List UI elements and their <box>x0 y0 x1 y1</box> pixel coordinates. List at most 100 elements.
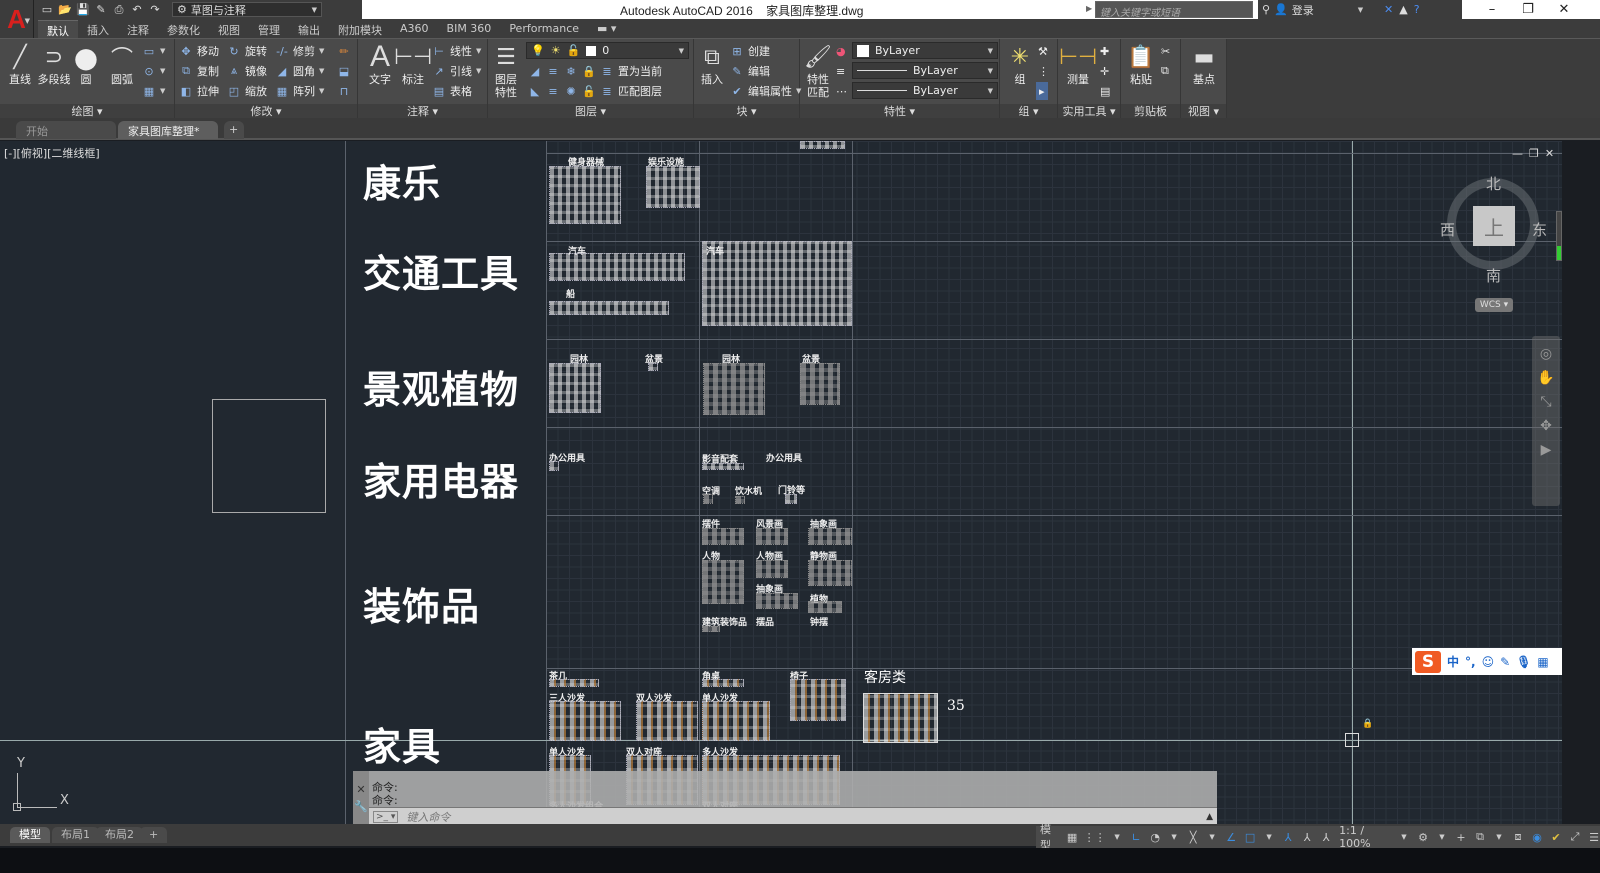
signin-button[interactable]: ⚲ 👤 登录 ▼ <box>1258 0 1378 19</box>
ribbon-minimize-button[interactable]: ▬ ▾ <box>588 20 625 38</box>
block-doorbell[interactable] <box>785 494 797 504</box>
group-select-icon[interactable]: ▸ <box>1036 82 1048 100</box>
rotate-button[interactable]: ↻ 旋转 <box>227 42 267 60</box>
block-sofa3[interactable] <box>549 701 621 741</box>
a360-icon[interactable]: ▲ <box>1399 3 1407 16</box>
clean-screen-icon[interactable]: ⤢ <box>1569 829 1581 845</box>
block-cars[interactable] <box>549 253 685 281</box>
hardware-acceleration-icon[interactable]: ✔ <box>1550 829 1562 845</box>
tab-insert[interactable]: 插入 <box>78 20 118 38</box>
measure-button[interactable]: ⊢⊣ 测量 <box>1059 43 1097 87</box>
block-boats[interactable] <box>549 301 669 315</box>
block-plant[interactable] <box>808 601 842 613</box>
scrollbar-thumb[interactable] <box>1557 246 1561 260</box>
toolbox-icon[interactable]: ▦ <box>1537 655 1548 669</box>
annotation-visibility-icon[interactable]: ⅄ <box>1282 829 1294 845</box>
close-icon[interactable]: ✕ <box>353 783 369 796</box>
group-edit-icon[interactable]: ⋮ <box>1038 62 1049 80</box>
command-line-handle[interactable]: ✕ 🔧 <box>353 771 369 824</box>
block-bonsai2[interactable] <box>800 363 840 405</box>
layer-on-icon[interactable]: ◣ <box>528 84 542 98</box>
workspace-gear-icon[interactable]: ⚙ <box>1417 829 1429 845</box>
expand-icon[interactable]: ▶ <box>1086 4 1092 13</box>
block-chair[interactable] <box>790 679 846 721</box>
mirror-button[interactable]: ⩓ 镜像 <box>227 62 267 80</box>
steering-wheel-icon[interactable]: ◎ <box>1540 346 1552 362</box>
microphone-icon[interactable]: 🎙 <box>1516 655 1531 669</box>
edit-block-button[interactable]: ✎ 编辑 <box>730 62 770 80</box>
table-button[interactable]: ▤ 表格 <box>432 82 472 100</box>
tab-manage[interactable]: 管理 <box>249 20 289 38</box>
chevron-down-icon[interactable]: ▼ <box>1398 829 1410 845</box>
layer-dropdown[interactable]: 💡 ☀ 🔓 0 ▼ <box>526 42 689 59</box>
customization-menu-icon[interactable]: ☰ <box>1588 829 1600 845</box>
sogou-logo-icon[interactable]: S <box>1415 650 1441 673</box>
layer-properties-button[interactable]: ☰ 图层 特性 <box>488 43 524 100</box>
tab-a360[interactable]: A360 <box>391 20 438 38</box>
drawing-canvas[interactable]: 🔒 [-][俯视][二维线框] 康乐 交通工具 景观植物 家用电器 装饰品 家具… <box>0 141 1562 824</box>
layer-freeze-icon[interactable]: ❄ <box>564 64 578 78</box>
help-icon[interactable]: ? <box>1414 3 1420 16</box>
pen-icon[interactable]: ✎ <box>1500 655 1510 669</box>
dimension-button[interactable]: ⊢⊣ 标注 <box>394 43 432 87</box>
tab-model[interactable]: 模型 <box>10 827 50 843</box>
panel-title-utilities[interactable]: 实用工具 ▾ <box>1058 104 1120 119</box>
array-button[interactable]: ▦ 阵列 ▼ <box>275 82 325 100</box>
command-history-toggle[interactable]: ▲ <box>1206 812 1213 822</box>
chevron-down-icon[interactable]: ▼ <box>1206 829 1218 845</box>
block-water[interactable] <box>735 496 745 504</box>
block-partition[interactable] <box>702 626 720 632</box>
block-av[interactable] <box>702 463 744 470</box>
block-office1[interactable] <box>549 461 559 471</box>
color-dropdown[interactable]: ByLayer ▼ <box>852 42 998 59</box>
chevron-down-icon[interactable]: ▼ <box>1436 829 1448 845</box>
line-button[interactable]: ╱ 直线 <box>2 43 38 87</box>
open-icon[interactable]: 📂 <box>58 3 72 16</box>
base-button[interactable]: ▬ 基点 <box>1186 43 1222 87</box>
block-abstract-painting[interactable] <box>808 528 852 545</box>
layer-isolate-icon[interactable]: ≡ <box>546 64 560 78</box>
chevron-down-icon[interactable]: ▼ <box>1263 829 1275 845</box>
annotation-scale-icon[interactable]: ⅄ <box>1320 829 1332 845</box>
zoom-extents-icon[interactable]: ⤡ <box>1540 394 1551 410</box>
tab-annotate[interactable]: 注释 <box>118 20 158 38</box>
minimize-button[interactable]: – <box>1474 0 1510 19</box>
compass-west[interactable]: 西 <box>1440 219 1455 240</box>
block-garden2[interactable] <box>703 363 765 415</box>
cut-icon[interactable]: ✂ <box>1161 42 1170 60</box>
block-coffee-table[interactable] <box>549 679 599 687</box>
id-point-icon[interactable]: ✛ <box>1100 62 1109 80</box>
layer-thaw-icon[interactable]: ✺ <box>564 84 578 98</box>
orbit-icon[interactable]: ✥ <box>1540 418 1552 434</box>
group-button[interactable]: ✳ 组 <box>1002 43 1038 87</box>
command-prompt-icon[interactable]: >_ ▾ <box>373 810 399 823</box>
block-people-painting[interactable] <box>756 560 788 578</box>
saveas-icon[interactable]: ✎ <box>94 3 108 16</box>
arc-button[interactable]: ⌒ 圆弧 <box>104 43 140 86</box>
block-trucks[interactable] <box>702 241 852 326</box>
block-still-life[interactable] <box>808 560 852 586</box>
scale-button[interactable]: ◰ 缩放 <box>227 82 267 100</box>
compass-east[interactable]: 东 <box>1532 219 1547 240</box>
showmotion-icon[interactable]: ▶ <box>1541 442 1552 458</box>
units-icon[interactable]: ⧉ <box>1474 829 1486 845</box>
tab-layout2[interactable]: 布局2 <box>96 827 143 843</box>
emoji-icon[interactable]: ☺ <box>1482 655 1495 669</box>
block-sofa2[interactable] <box>636 701 698 741</box>
trim-button[interactable]: -/- 修剪 ▼ <box>275 42 324 60</box>
quick-properties-icon[interactable]: ⧈ <box>1512 829 1524 845</box>
isometric-icon[interactable]: ╳ <box>1187 829 1199 845</box>
annotation-scale-dropdown[interactable]: 1:1 / 100% <box>1339 824 1391 850</box>
calculator-icon[interactable]: ▤ <box>1100 82 1110 100</box>
object-snap-icon[interactable]: □ <box>1244 829 1256 845</box>
move-button[interactable]: ✥ 移动 <box>179 42 219 60</box>
panel-title-annotation[interactable]: 注释 ▾ <box>358 104 487 119</box>
compass-south[interactable]: 南 <box>1486 265 1501 286</box>
annotation-monitor-icon[interactable]: + <box>1455 829 1467 845</box>
linetype-dropdown[interactable]: ByLayer ▼ <box>852 82 998 99</box>
panel-title-view[interactable]: 视图 ▾ <box>1181 104 1226 119</box>
lineweight-dropdown[interactable]: ByLayer ▼ <box>852 62 998 79</box>
boundary-button[interactable]: ▦ ▼ <box>142 82 166 100</box>
exchange-icon[interactable]: ✕ <box>1384 3 1393 16</box>
stretch-button[interactable]: ◧ 拉伸 <box>179 82 219 100</box>
